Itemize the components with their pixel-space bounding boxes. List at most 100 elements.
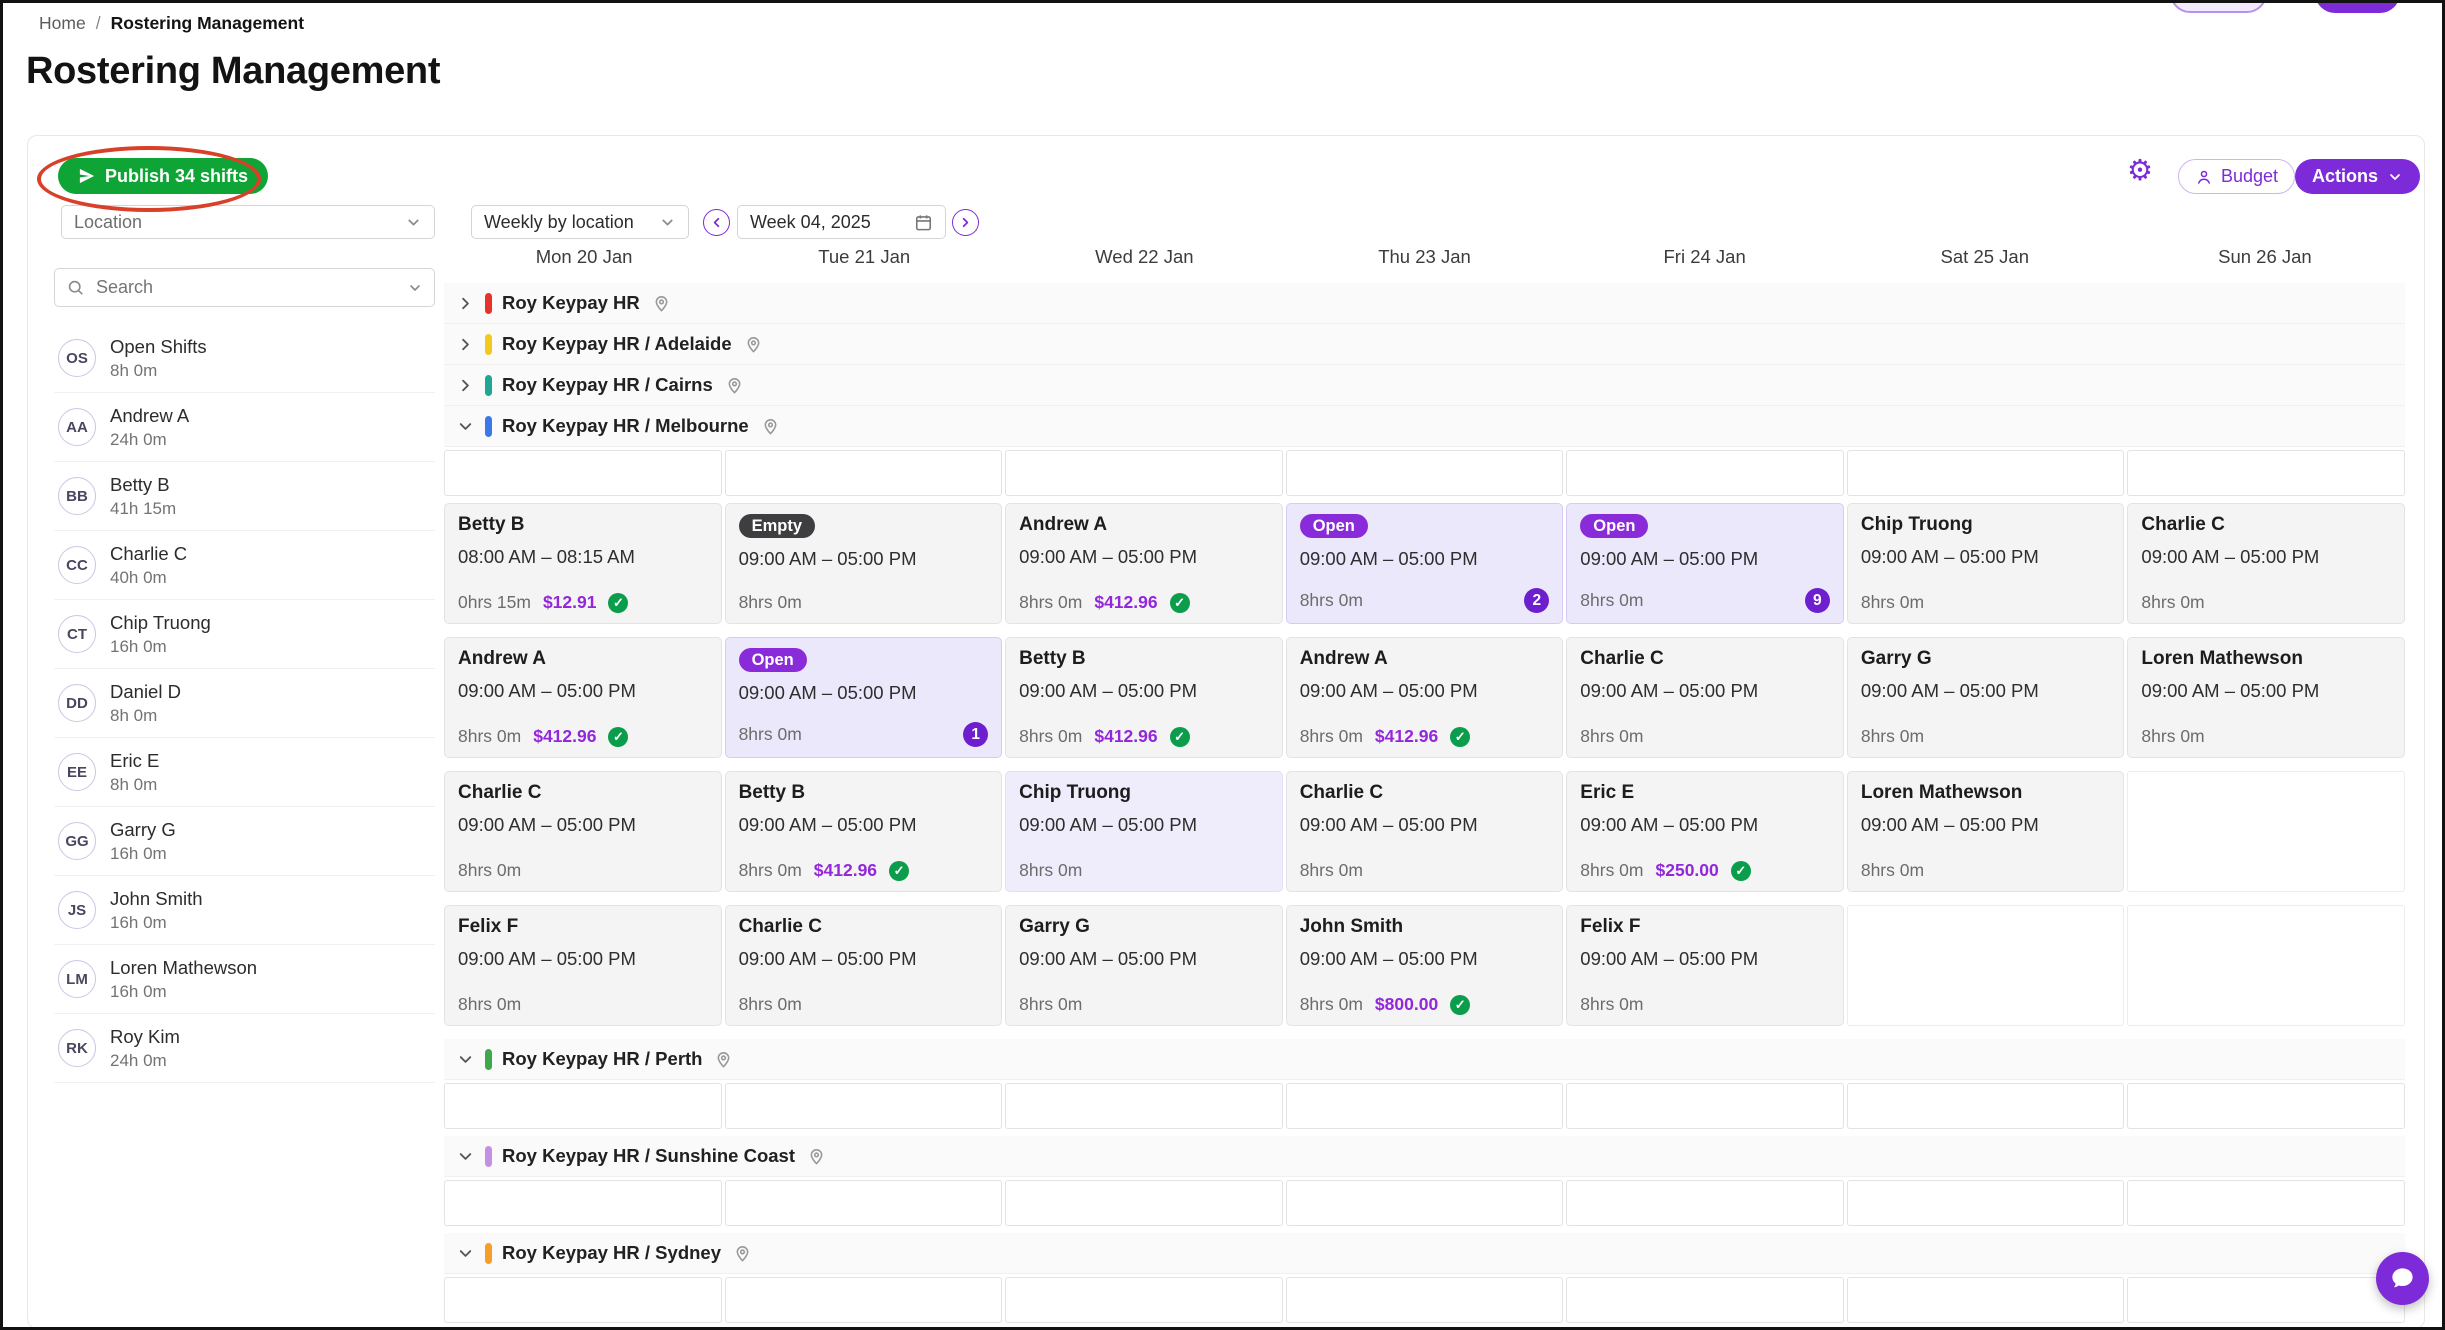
staff-row[interactable]: RKRoy Kim24h 0m [54, 1014, 435, 1083]
shift-card[interactable]: Felix F09:00 AM – 05:00 PM8hrs 0m [1566, 905, 1844, 1026]
shift-card[interactable]: Chip Truong09:00 AM – 05:00 PM8hrs 0m [1005, 771, 1283, 892]
empty-slot[interactable] [1847, 1277, 2125, 1323]
empty-slot[interactable] [1847, 905, 2125, 1026]
chevron-down-icon[interactable] [456, 1147, 475, 1166]
shift-card[interactable]: Charlie C09:00 AM – 05:00 PM8hrs 0m [725, 905, 1003, 1026]
empty-slot[interactable] [1005, 1083, 1283, 1129]
chevron-right-icon[interactable] [456, 294, 475, 313]
budget-button[interactable]: Budget [2178, 159, 2295, 194]
group-header[interactable]: Roy Keypay HR / Perth [444, 1039, 2405, 1080]
prev-week-button[interactable] [703, 209, 730, 236]
shift-card[interactable]: John Smith09:00 AM – 05:00 PM8hrs 0m$800… [1286, 905, 1564, 1026]
actions-button[interactable]: Actions [2295, 159, 2420, 194]
location-filter-select[interactable]: Location [61, 205, 435, 239]
empty-slot[interactable] [1847, 1180, 2125, 1226]
shift-card[interactable]: Felix F09:00 AM – 05:00 PM8hrs 0m [444, 905, 722, 1026]
group-header[interactable]: Roy Keypay HR / Adelaide [444, 324, 2405, 365]
chevron-down-icon[interactable] [456, 1244, 475, 1263]
cutoff-budget-button[interactable] [2170, 0, 2267, 13]
staff-row[interactable]: GGGarry G16h 0m [54, 807, 435, 876]
cutoff-actions-button[interactable] [2315, 0, 2400, 13]
group-header[interactable]: Roy Keypay HR / Melbourne [444, 406, 2405, 447]
shift-card[interactable]: Andrew A09:00 AM – 05:00 PM8hrs 0m$412.9… [1005, 503, 1283, 624]
next-week-button[interactable] [952, 209, 979, 236]
staff-row[interactable]: BBBetty B41h 15m [54, 462, 435, 531]
empty-slot[interactable] [1847, 1083, 2125, 1129]
empty-slot[interactable] [1286, 1180, 1564, 1226]
empty-slot[interactable] [1566, 1180, 1844, 1226]
staff-row[interactable]: DDDaniel D8h 0m [54, 669, 435, 738]
chevron-down-icon[interactable] [456, 1050, 475, 1069]
group-header[interactable]: Roy Keypay HR / Cairns [444, 365, 2405, 406]
empty-slot[interactable] [1847, 450, 2125, 496]
empty-slot[interactable] [1005, 450, 1283, 496]
shift-card[interactable]: Loren Mathewson09:00 AM – 05:00 PM8hrs 0… [1847, 771, 2125, 892]
staff-row[interactable]: OSOpen Shifts8h 0m [54, 324, 435, 393]
shift-card[interactable]: Open09:00 AM – 05:00 PM8hrs 0m9 [1566, 503, 1844, 624]
shift-card[interactable]: Andrew A09:00 AM – 05:00 PM8hrs 0m$412.9… [1286, 637, 1564, 758]
shift-card[interactable]: Chip Truong09:00 AM – 05:00 PM8hrs 0m [1847, 503, 2125, 624]
empty-slot[interactable] [444, 1277, 722, 1323]
empty-slot[interactable] [1005, 1277, 1283, 1323]
shift-card[interactable]: Loren Mathewson09:00 AM – 05:00 PM8hrs 0… [2127, 637, 2405, 758]
chevron-down-icon [407, 280, 423, 296]
empty-slot[interactable] [725, 1180, 1003, 1226]
chevron-down-icon[interactable] [456, 417, 475, 436]
empty-slot[interactable] [725, 450, 1003, 496]
group-header[interactable]: Roy Keypay HR / Sunshine Coast [444, 1136, 2405, 1177]
shift-card[interactable]: Betty B09:00 AM – 05:00 PM8hrs 0m$412.96… [725, 771, 1003, 892]
group-header[interactable]: Roy Keypay HR [444, 283, 2405, 324]
shift-card[interactable]: Betty B08:00 AM – 08:15 AM0hrs 15m$12.91… [444, 503, 722, 624]
group-header[interactable]: Roy Keypay HR / Sydney [444, 1233, 2405, 1274]
shift-time: 09:00 AM – 05:00 PM [739, 682, 989, 704]
shift-card[interactable]: Charlie C09:00 AM – 05:00 PM8hrs 0m [1566, 637, 1844, 758]
empty-slot[interactable] [1286, 1083, 1564, 1129]
staff-row[interactable]: AAAndrew A24h 0m [54, 393, 435, 462]
empty-slot[interactable] [444, 1083, 722, 1129]
settings-gear-icon[interactable]: ⚙ [2127, 157, 2153, 186]
staff-row[interactable]: JSJohn Smith16h 0m [54, 876, 435, 945]
shift-card[interactable]: Eric E09:00 AM – 05:00 PM8hrs 0m$250.00✓ [1566, 771, 1844, 892]
shift-employee-name: Felix F [1580, 916, 1830, 938]
staff-row[interactable]: EEEric E8h 0m [54, 738, 435, 807]
empty-slot[interactable] [2127, 905, 2405, 1026]
shift-card[interactable]: Betty B09:00 AM – 05:00 PM8hrs 0m$412.96… [1005, 637, 1283, 758]
shift-card[interactable]: Open09:00 AM – 05:00 PM8hrs 0m1 [725, 637, 1003, 758]
empty-slot[interactable] [725, 1083, 1003, 1129]
week-picker[interactable]: Week 04, 2025 [737, 205, 946, 239]
chevron-right-icon[interactable] [456, 376, 475, 395]
shift-card[interactable]: Charlie C09:00 AM – 05:00 PM8hrs 0m [1286, 771, 1564, 892]
empty-slot[interactable] [725, 1277, 1003, 1323]
empty-slot[interactable] [2127, 1083, 2405, 1129]
empty-slot[interactable] [2127, 1277, 2405, 1323]
publish-shifts-button[interactable]: Publish 34 shifts [58, 158, 268, 194]
empty-slot[interactable] [2127, 771, 2405, 892]
staff-row[interactable]: LMLoren Mathewson16h 0m [54, 945, 435, 1014]
shift-card[interactable]: Garry G09:00 AM – 05:00 PM8hrs 0m [1005, 905, 1283, 1026]
shift-card[interactable]: Charlie C09:00 AM – 05:00 PM8hrs 0m [2127, 503, 2405, 624]
staff-row[interactable]: CCCharlie C40h 0m [54, 531, 435, 600]
empty-slot[interactable] [1286, 450, 1564, 496]
shift-employee-name: Charlie C [2141, 514, 2391, 536]
empty-slot[interactable] [1566, 450, 1844, 496]
chevron-right-icon[interactable] [456, 335, 475, 354]
view-mode-select[interactable]: Weekly by location [471, 205, 689, 239]
empty-slot[interactable] [2127, 450, 2405, 496]
shift-card[interactable]: Empty09:00 AM – 05:00 PM8hrs 0m [725, 503, 1003, 624]
empty-slot[interactable] [2127, 1180, 2405, 1226]
empty-slot[interactable] [444, 450, 722, 496]
shift-card[interactable]: Charlie C09:00 AM – 05:00 PM8hrs 0m [444, 771, 722, 892]
staff-search[interactable] [54, 268, 435, 307]
empty-slot[interactable] [1005, 1180, 1283, 1226]
staff-row[interactable]: CTChip Truong16h 0m [54, 600, 435, 669]
empty-slot[interactable] [444, 1180, 722, 1226]
chat-button[interactable] [2376, 1252, 2429, 1305]
empty-slot[interactable] [1566, 1083, 1844, 1129]
empty-slot[interactable] [1566, 1277, 1844, 1323]
shift-card[interactable]: Open09:00 AM – 05:00 PM8hrs 0m2 [1286, 503, 1564, 624]
breadcrumb-home-link[interactable]: Home [39, 13, 86, 34]
search-input[interactable] [94, 276, 398, 299]
empty-slot[interactable] [1286, 1277, 1564, 1323]
shift-card[interactable]: Andrew A09:00 AM – 05:00 PM8hrs 0m$412.9… [444, 637, 722, 758]
shift-card[interactable]: Garry G09:00 AM – 05:00 PM8hrs 0m [1847, 637, 2125, 758]
